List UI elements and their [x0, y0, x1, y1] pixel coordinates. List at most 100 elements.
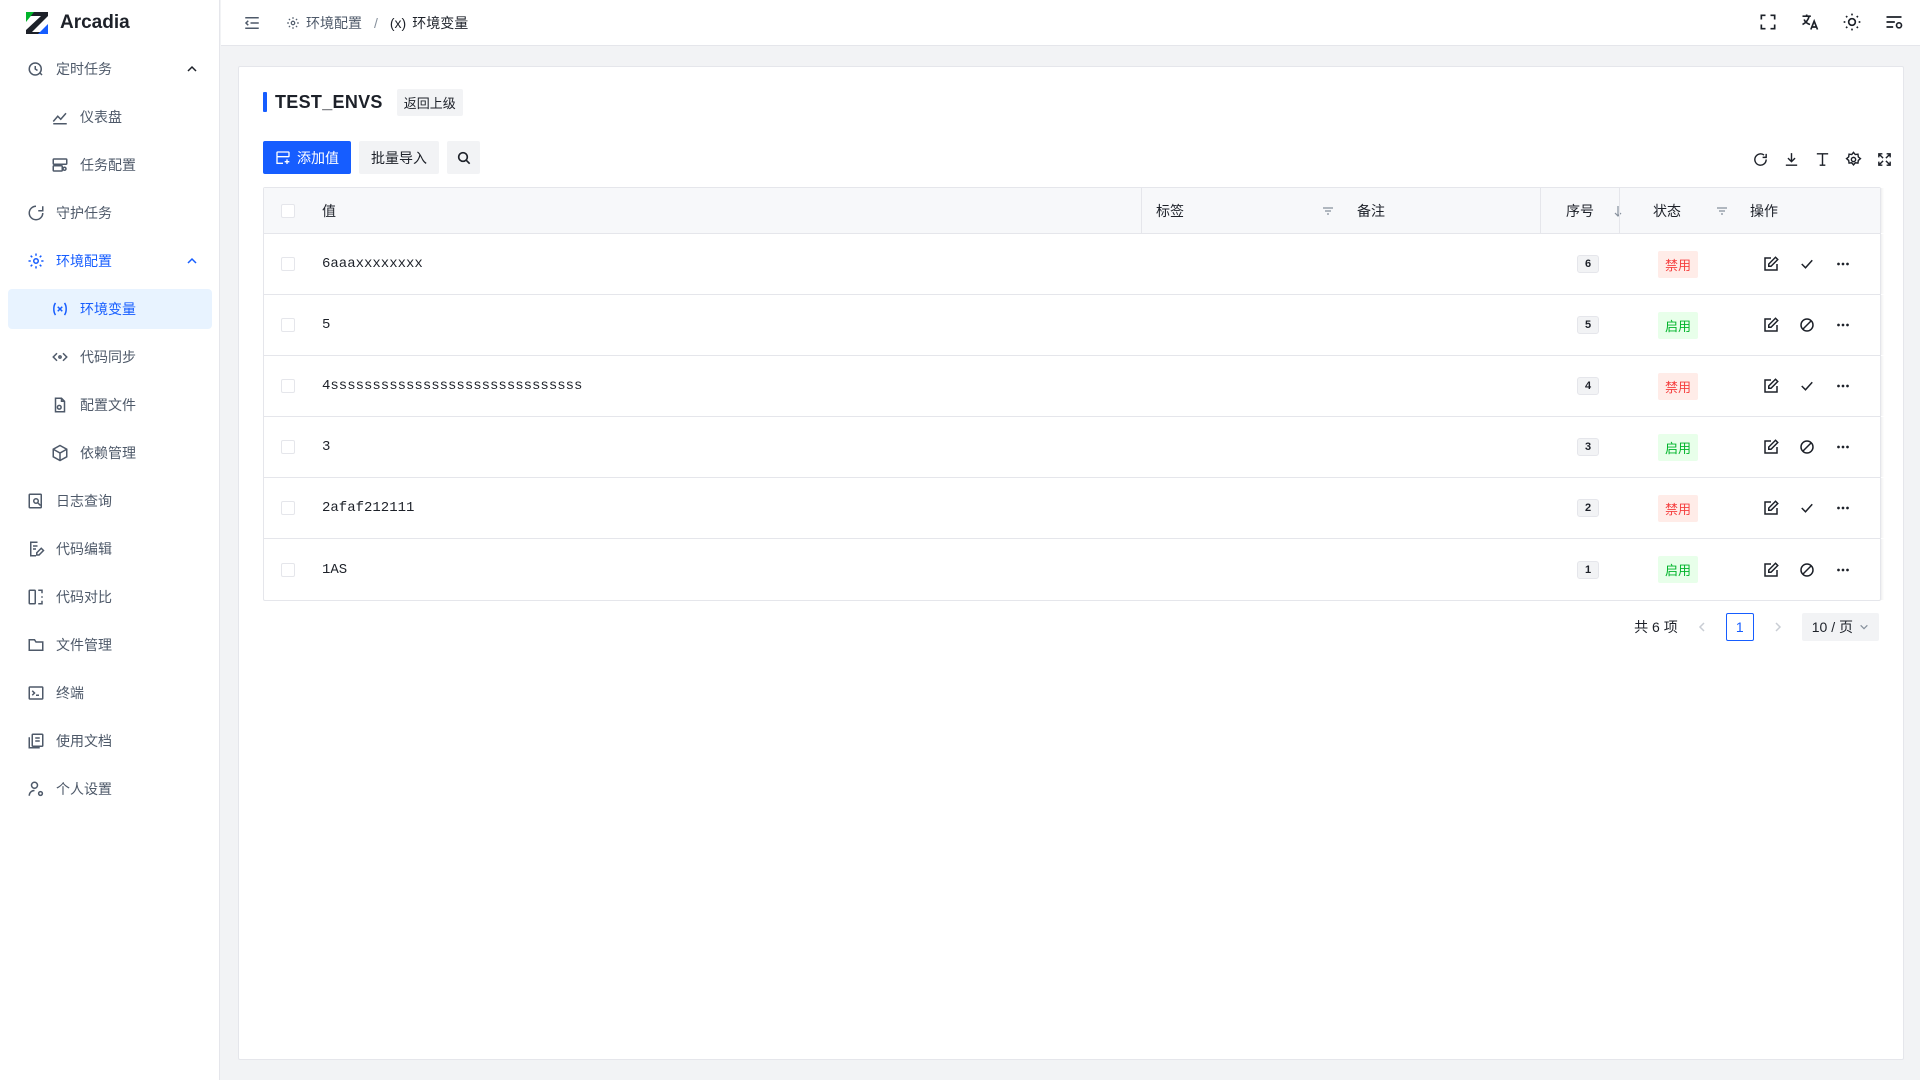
edit-icon[interactable] [1762, 316, 1780, 334]
translate-icon[interactable] [1800, 12, 1820, 32]
batch-import-button[interactable]: 批量导入 [359, 141, 439, 174]
chevron-left-icon [1698, 622, 1705, 632]
check-icon[interactable] [1798, 377, 1816, 395]
disable-icon[interactable] [1798, 438, 1816, 456]
row-checkbox[interactable] [281, 257, 295, 271]
more-icon[interactable] [1834, 377, 1852, 395]
sidebar-item-daemon[interactable]: 守护任务 [8, 193, 212, 233]
check-icon[interactable] [1798, 255, 1816, 273]
file-gear-icon [54, 397, 66, 413]
disable-icon[interactable] [1798, 561, 1816, 579]
edit-icon[interactable] [1762, 255, 1780, 273]
fixed-column-shadow [1881, 478, 1884, 538]
back-button[interactable]: 返回上级 [396, 88, 463, 116]
sidebar-item-cron[interactable]: 定时任务 [8, 49, 212, 89]
row-status-cell: 禁用 [1658, 234, 1699, 294]
theme-sun-icon[interactable] [1842, 12, 1862, 32]
table-row[interactable]: 1AS 1 启用 [264, 539, 1884, 600]
row-checkbox[interactable] [281, 501, 295, 515]
sidebar-item-terminal[interactable]: 终端 [8, 673, 212, 713]
main-card: TEST_ENVS 返回上级 添加值 批量导入 值 标签 备注 序号 状态 操作… [238, 66, 1904, 1060]
sidebar-item-code-sync[interactable]: 代码同步 [8, 337, 212, 377]
row-height-icon[interactable] [1814, 151, 1831, 168]
settings-list-icon[interactable] [1884, 12, 1904, 32]
status-badge: 禁用 [1658, 494, 1699, 522]
row-order-cell: 4 [1577, 356, 1600, 416]
row-status-cell: 禁用 [1658, 356, 1699, 416]
table-row[interactable]: 6aaaxxxxxxxx 6 禁用 [264, 234, 1884, 295]
sidebar-item-label: 终端 [56, 685, 84, 701]
column-settings-icon[interactable] [1845, 151, 1862, 168]
add-value-button[interactable]: 添加值 [263, 141, 351, 174]
menu-fold-icon[interactable] [243, 14, 261, 32]
sidebar-item-code-diff[interactable]: 代码对比 [8, 577, 212, 617]
docs-icon [28, 733, 44, 749]
sidebar-item-docs[interactable]: 使用文档 [8, 721, 212, 761]
row-checkbox[interactable] [281, 562, 295, 577]
fullscreen-icon[interactable] [1758, 12, 1778, 32]
refresh-icon[interactable] [1752, 151, 1769, 168]
sidebar-item-dashboard[interactable]: 仪表盘 [8, 97, 212, 137]
sidebar-item-label: 依赖管理 [80, 445, 136, 461]
search-button[interactable] [447, 141, 480, 174]
edit-icon[interactable] [1762, 499, 1780, 517]
row-actions [1762, 478, 1852, 538]
app-logo[interactable]: Arcadia [24, 10, 130, 36]
filter-icon[interactable] [1716, 205, 1728, 217]
sidebar-item-file-manager[interactable]: 文件管理 [8, 625, 212, 665]
order-sort-cell [1612, 188, 1624, 233]
breadcrumb-parent[interactable]: 环境配置 [306, 13, 362, 33]
row-checkbox[interactable] [281, 440, 295, 454]
sidebar-item-label: 代码编辑 [56, 541, 112, 557]
page-button-current[interactable]: 1 [1725, 613, 1754, 641]
sort-down-icon[interactable] [1612, 205, 1624, 217]
row-checkbox[interactable] [281, 379, 295, 393]
row-value: 2afaf212111 [322, 500, 415, 516]
sidebar-item-dependencies[interactable]: 依赖管理 [8, 433, 212, 473]
gear-icon [28, 253, 44, 269]
sidebar-item-task-config[interactable]: 任务配置 [8, 145, 212, 185]
table-row[interactable]: 2afaf212111 2 禁用 [264, 478, 1884, 539]
sidebar-item-profile[interactable]: 个人设置 [8, 769, 212, 809]
sidebar-item-label: 日志查询 [56, 493, 112, 509]
sidebar-item-env-config[interactable]: 环境配置 [8, 241, 212, 281]
page-size-select[interactable]: 10 / 页 [1801, 613, 1879, 641]
row-actions [1762, 417, 1852, 477]
sidebar-item-code-edit[interactable]: 代码编辑 [8, 529, 212, 569]
table-row[interactable]: 5 5 启用 [264, 295, 1884, 356]
more-icon[interactable] [1834, 316, 1852, 334]
more-icon[interactable] [1834, 499, 1852, 517]
prev-page-button[interactable] [1688, 613, 1716, 641]
table-row[interactable]: 4ssssssssssssssssssssssssssssss 4 禁用 [264, 356, 1884, 417]
download-icon[interactable] [1783, 151, 1800, 168]
sidebar-item-config-files[interactable]: 配置文件 [8, 385, 212, 425]
sidebar-item-logs[interactable]: 日志查询 [8, 481, 212, 521]
chevron-up-icon [187, 257, 197, 264]
filter-icon[interactable] [1322, 205, 1334, 217]
row-status-cell: 启用 [1658, 295, 1699, 355]
row-order-cell: 5 [1577, 295, 1600, 355]
sidebar-item-label: 守护任务 [56, 205, 112, 221]
breadcrumb-separator: / [374, 15, 378, 31]
select-all-checkbox[interactable] [281, 203, 295, 218]
sidebar-item-env-vars[interactable]: 环境变量 [8, 289, 212, 329]
more-icon[interactable] [1834, 255, 1852, 273]
expand-icon[interactable] [1876, 151, 1893, 168]
server-icon [52, 158, 68, 172]
edit-icon[interactable] [1762, 377, 1780, 395]
row-actions [1762, 539, 1852, 600]
edit-icon[interactable] [1762, 438, 1780, 456]
next-page-button[interactable] [1764, 613, 1792, 641]
more-icon[interactable] [1834, 438, 1852, 456]
row-checkbox[interactable] [281, 318, 295, 332]
column-header-status: 状态 [1653, 202, 1681, 219]
disable-icon[interactable] [1798, 316, 1816, 334]
column-header-value: 值 [322, 202, 336, 219]
database-plus-icon [276, 150, 290, 164]
check-icon[interactable] [1798, 499, 1816, 517]
more-icon[interactable] [1834, 561, 1852, 579]
row-actions [1762, 295, 1852, 355]
table-row[interactable]: 3 3 启用 [264, 417, 1884, 478]
fixed-column-shadow [1881, 356, 1884, 416]
edit-icon[interactable] [1762, 561, 1780, 579]
